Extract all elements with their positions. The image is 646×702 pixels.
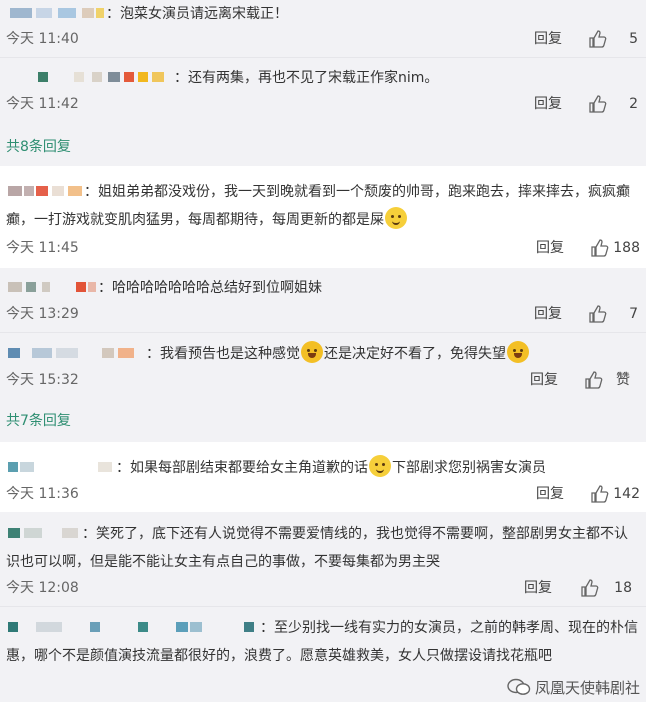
- comment-text: 还是决定好不看了，免得失望: [324, 346, 506, 362]
- comment-meta: 今天 12:08 回复 18: [6, 576, 638, 600]
- comment-text: 笑死了，底下还有人说觉得不需要爱情线的，我也觉得不需要啊，整部剧男女主都不认识也…: [6, 526, 628, 570]
- timestamp: 今天 11:40: [6, 31, 79, 47]
- like-count: 5: [629, 31, 638, 47]
- timestamp: 今天 13:29: [6, 306, 79, 322]
- laughing-emoji-icon: [301, 341, 323, 363]
- comment-text: 泡菜女演员请远离宋载正！: [120, 6, 288, 22]
- comment-text: 我看预告也是这种感觉: [160, 346, 300, 362]
- comment-text: 哈哈哈哈哈哈哈总结好到位啊姐妹: [112, 280, 322, 296]
- reply-button[interactable]: 回复: [536, 482, 564, 506]
- thumbs-up-icon[interactable]: [588, 94, 608, 114]
- blurred-username[interactable]: [6, 279, 98, 295]
- reply-button[interactable]: 回复: [534, 27, 562, 51]
- comment-meta: 今天 11:42 回复 2: [6, 92, 638, 116]
- more-replies-link[interactable]: 共7条回复: [6, 410, 71, 430]
- like-count: 142: [613, 486, 640, 502]
- comment-text: 姐姐弟弟都没戏份，我一天到晚就看到一个颓废的帅哥，跑来跑去，摔来摔去，疯疯癫癫，…: [6, 184, 630, 228]
- thumbs-up-icon[interactable]: [590, 238, 610, 258]
- reply-row-6: ：至少别找一线有实力的女演员，之前的韩孝周、现在的朴信惠，哪个不是颜值演技流量都…: [6, 619, 638, 664]
- thumbs-up-icon[interactable]: [580, 578, 600, 598]
- reply-button[interactable]: 回复: [534, 92, 562, 116]
- comment-meta: 今天 11:45 回复 188: [6, 236, 640, 260]
- divider: [0, 606, 646, 607]
- comment-text: 还有两集，再也不见了宋载正作家nim。: [188, 70, 439, 86]
- timestamp: 今天 11:42: [6, 96, 79, 112]
- reply-button[interactable]: 回复: [530, 368, 558, 392]
- comment-text: 如果每部剧结束都要给女主角道歉的话: [130, 460, 368, 476]
- comment-text: 下部剧求您别祸害女演员: [392, 460, 546, 476]
- watermark: 凤凰天使韩剧社: [507, 677, 640, 698]
- reply-button[interactable]: 回复: [524, 576, 552, 600]
- smile-emoji-icon: [369, 455, 391, 477]
- like-count: 188: [613, 240, 640, 256]
- blurred-username[interactable]: [34, 69, 174, 85]
- blurred-username[interactable]: [6, 183, 84, 199]
- reply-button[interactable]: 回复: [534, 302, 562, 326]
- blurred-username[interactable]: [6, 459, 116, 475]
- comment-6: ：如果每部剧结束都要给女主角道歉的话 下部剧求您别祸害女演员: [6, 454, 640, 482]
- like-count: 赞: [616, 372, 630, 388]
- blurred-username[interactable]: [6, 525, 82, 541]
- reply-row-3: ：哈哈哈哈哈哈哈总结好到位啊姐妹: [6, 274, 640, 302]
- comment-meta: 今天 15:32 回复 赞: [6, 368, 638, 392]
- comment-3: ：姐姐弟弟都没戏份，我一天到晚就看到一个颓废的帅哥，跑来跑去，摔来摔去，疯疯癫癫…: [6, 183, 630, 229]
- timestamp: 今天 11:36: [6, 486, 79, 502]
- smile-emoji-icon: [385, 207, 407, 229]
- reply-row-2: ：还有两集，再也不见了宋载正作家nim。: [6, 64, 640, 92]
- reply-row-4: ：我看预告也是这种感觉 还是决定好不看了，免得失望: [6, 340, 640, 368]
- like-count: 2: [629, 96, 638, 112]
- blurred-username[interactable]: [6, 5, 106, 21]
- watermark-text: 凤凰天使韩剧社: [534, 679, 640, 697]
- timestamp: 今天 15:32: [6, 372, 79, 388]
- wechat-icon: [507, 678, 531, 695]
- thumbs-up-icon[interactable]: [588, 304, 608, 324]
- reply-button[interactable]: 回复: [536, 236, 564, 260]
- comment-meta: 今天 11:36 回复 142: [6, 482, 640, 506]
- reply-row-1: ：泡菜女演员请远离宋载正！: [6, 0, 640, 28]
- timestamp: 今天 12:08: [6, 580, 79, 596]
- thumbs-up-icon[interactable]: [590, 484, 610, 504]
- like-count: 7: [629, 306, 638, 322]
- thumbs-up-icon[interactable]: [588, 29, 608, 49]
- timestamp: 今天 11:45: [6, 240, 79, 256]
- divider: [0, 332, 646, 333]
- laughing-emoji-icon: [507, 341, 529, 363]
- thumbs-up-icon[interactable]: [584, 370, 604, 390]
- more-replies-link[interactable]: 共8条回复: [6, 136, 71, 156]
- comment-meta: 今天 13:29 回复 7: [6, 302, 638, 326]
- blurred-username[interactable]: [6, 619, 260, 635]
- like-count: 18: [614, 580, 632, 596]
- reply-row-5: ：笑死了，底下还有人说觉得不需要爱情线的，我也觉得不需要啊，整部剧男女主都不认识…: [6, 525, 628, 570]
- comment-meta: 今天 11:40 回复 5: [6, 27, 638, 51]
- blurred-username[interactable]: [6, 345, 146, 361]
- divider: [0, 57, 646, 58]
